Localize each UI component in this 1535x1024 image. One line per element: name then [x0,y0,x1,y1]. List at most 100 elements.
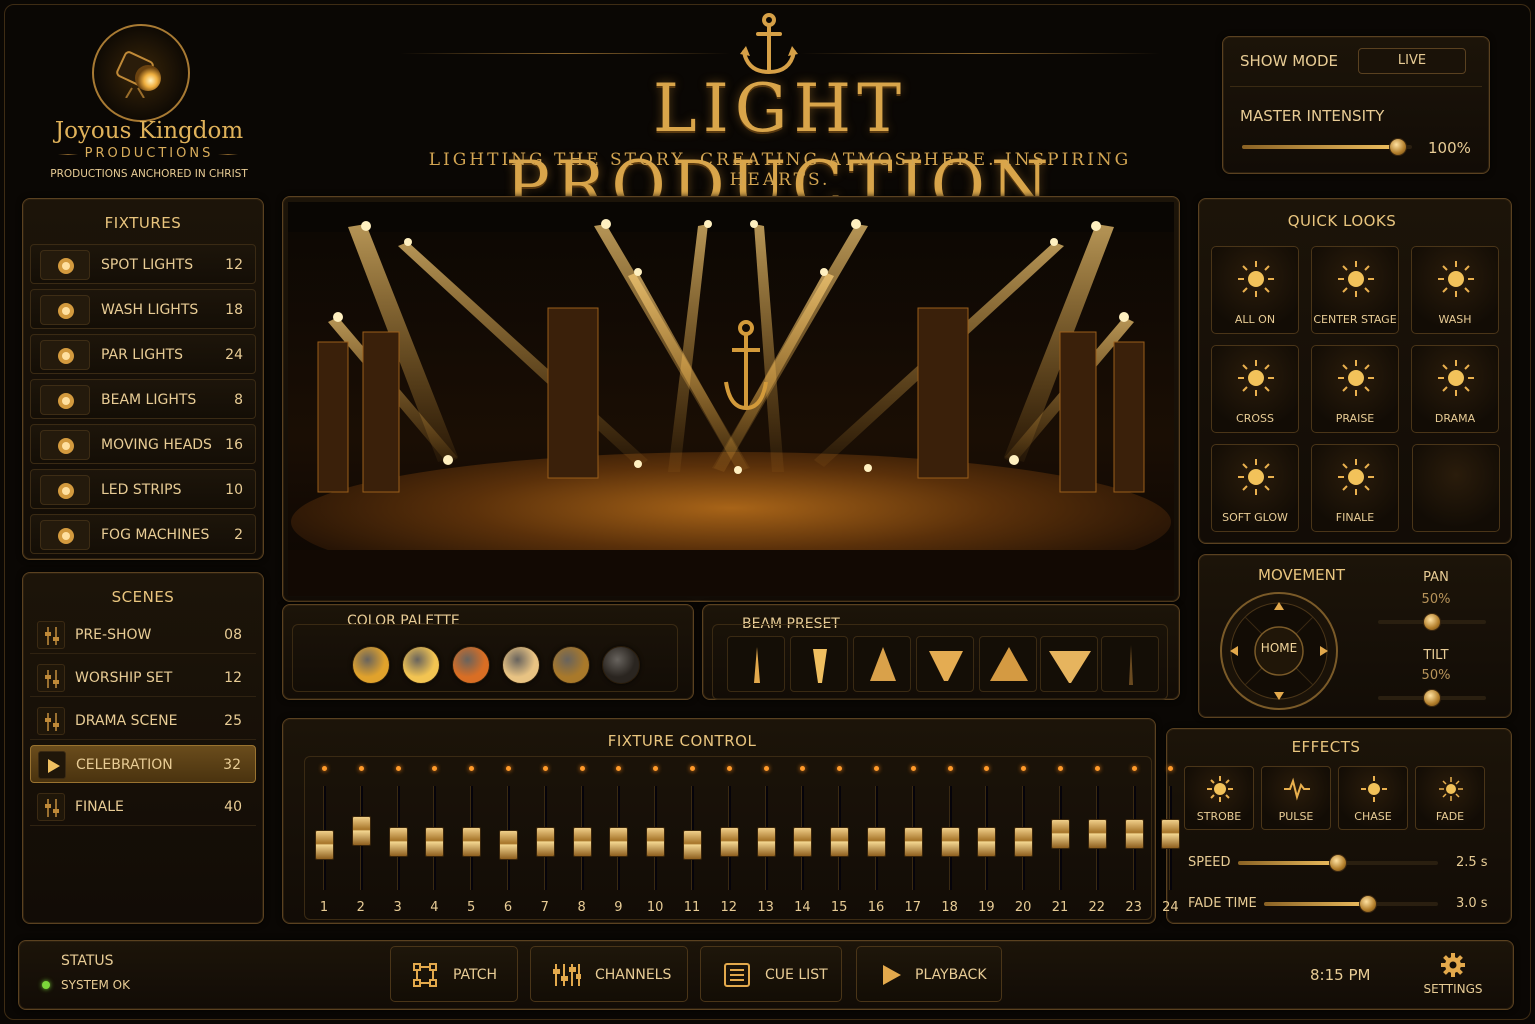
fader-cap[interactable] [388,826,408,857]
fader-cap[interactable] [756,826,776,857]
scene-row-4[interactable]: FINALE 40 [30,788,256,826]
fixture-row-4[interactable]: MOVING HEADS 16 [30,424,256,464]
tilt-slider[interactable] [1378,689,1486,707]
fixture-row-1[interactable]: WASH LIGHTS 18 [30,289,256,329]
fader-cap[interactable] [867,826,886,857]
effect-strobe[interactable]: STROBE [1184,766,1254,830]
fader-channel-3[interactable]: 3 [380,760,416,920]
fader-cap[interactable] [1014,826,1034,857]
fader-cap[interactable] [462,826,482,857]
fader-cap[interactable] [646,826,666,857]
fader-channel-6[interactable]: 6 [490,760,526,920]
effect-fade[interactable]: FADE [1415,766,1485,830]
fader-cap[interactable] [903,826,923,857]
fader-channel-9[interactable]: 9 [600,760,636,920]
scene-row-1[interactable]: WORSHIP SET 12 [30,659,256,697]
beam-preset-flood[interactable] [979,636,1037,692]
fader-cap[interactable] [499,830,518,861]
fader-channel-14[interactable]: 14 [784,760,820,920]
beam-preset-medium[interactable] [853,636,911,692]
home-button[interactable]: HOME [1258,641,1300,655]
beam-preset-spot[interactable] [790,636,848,692]
fixture-row-3[interactable]: BEAM LIGHTS 8 [30,379,256,419]
color-swatch-3[interactable] [502,646,540,684]
fader-cap[interactable] [351,815,371,846]
fader-cap[interactable] [609,826,629,857]
scene-row-2[interactable]: DRAMA SCENE 25 [30,702,256,740]
fader-channel-22[interactable]: 22 [1079,760,1115,920]
pan-knob[interactable] [1423,613,1441,631]
fader-cap[interactable] [793,826,813,857]
beam-preset-wide[interactable] [916,636,974,692]
quick-look-drama[interactable]: DRAMA [1411,345,1499,433]
fixture-row-5[interactable]: LED STRIPS 10 [30,469,256,509]
fader-channel-24[interactable]: 24 [1152,760,1188,920]
channels-button[interactable]: CHANNELS [530,946,688,1002]
settings-gear-icon[interactable] [1440,952,1466,978]
fader-cap[interactable] [940,826,960,857]
show-mode-select[interactable]: LIVE [1358,48,1466,74]
speed-slider[interactable] [1238,854,1438,872]
color-swatch-5[interactable] [602,646,640,684]
fader-cap[interactable] [572,826,592,857]
fader-channel-4[interactable]: 4 [416,760,452,920]
quick-look-praise[interactable]: PRAISE [1311,345,1399,433]
fader-channel-16[interactable]: 16 [858,760,894,920]
master-intensity-slider[interactable] [1242,138,1412,156]
beam-preset-narrow[interactable] [727,636,785,692]
fader-channel-18[interactable]: 18 [932,760,968,920]
pan-slider[interactable] [1378,613,1486,631]
fixture-row-0[interactable]: SPOT LIGHTS 12 [30,244,256,284]
fixture-row-2[interactable]: PAR LIGHTS 24 [30,334,256,374]
fader-channel-8[interactable]: 8 [564,760,600,920]
settings-label[interactable]: SETTINGS [1418,982,1488,996]
scene-row-3[interactable]: CELEBRATION 32 [30,745,256,783]
quick-look-cross[interactable]: CROSS [1211,345,1299,433]
fader-cap[interactable] [1161,819,1181,850]
quick-look-finale[interactable]: FINALE [1311,444,1399,532]
fader-cap[interactable] [1087,819,1107,850]
fader-channel-17[interactable]: 17 [895,760,931,920]
fader-cap[interactable] [830,826,850,857]
tilt-knob[interactable] [1423,689,1441,707]
cue-list-button[interactable]: CUE LIST [700,946,842,1002]
patch-button[interactable]: PATCH [390,946,518,1002]
speed-knob[interactable] [1329,854,1347,872]
fader-channel-12[interactable]: 12 [711,760,747,920]
effect-pulse[interactable]: PULSE [1261,766,1331,830]
quick-look-soft-glow[interactable]: SOFT GLOW [1211,444,1299,532]
fader-channel-21[interactable]: 21 [1042,760,1078,920]
color-swatch-1[interactable] [402,646,440,684]
quick-look-all-on[interactable]: ALL ON [1211,246,1299,334]
fader-cap[interactable] [1124,819,1144,850]
fader-cap[interactable] [1051,819,1070,850]
fader-cap[interactable] [535,826,555,857]
beam-preset-fan[interactable] [1040,636,1098,692]
scene-row-0[interactable]: PRE-SHOW 08 [30,616,256,654]
effect-chase[interactable]: CHASE [1338,766,1408,830]
fader-channel-5[interactable]: 5 [453,760,489,920]
fixture-row-6[interactable]: FOG MACHINES 2 [30,514,256,554]
fader-channel-7[interactable]: 7 [527,760,563,920]
fader-channel-19[interactable]: 19 [968,760,1004,920]
fader-cap[interactable] [719,826,739,857]
fader-cap[interactable] [425,826,445,857]
color-swatch-2[interactable] [452,646,490,684]
fader-cap[interactable] [977,826,997,857]
playback-button[interactable]: PLAYBACK [856,946,1002,1002]
fader-channel-2[interactable]: 2 [343,760,379,920]
quick-look-wash[interactable]: WASH [1411,246,1499,334]
fader-channel-10[interactable]: 10 [637,760,673,920]
fade-time-slider[interactable] [1264,895,1438,913]
fader-cap[interactable] [315,830,334,861]
fader-channel-11[interactable]: 11 [674,760,710,920]
color-swatch-0[interactable] [352,646,390,684]
fader-channel-20[interactable]: 20 [1005,760,1041,920]
fader-channel-15[interactable]: 15 [821,760,857,920]
quick-look-center-stage[interactable]: CENTER STAGE [1311,246,1399,334]
fader-channel-1[interactable]: 1 [306,760,342,920]
color-swatch-4[interactable] [552,646,590,684]
beam-preset-line[interactable] [1101,636,1159,692]
fader-cap[interactable] [683,830,702,861]
fader-channel-23[interactable]: 23 [1116,760,1152,920]
